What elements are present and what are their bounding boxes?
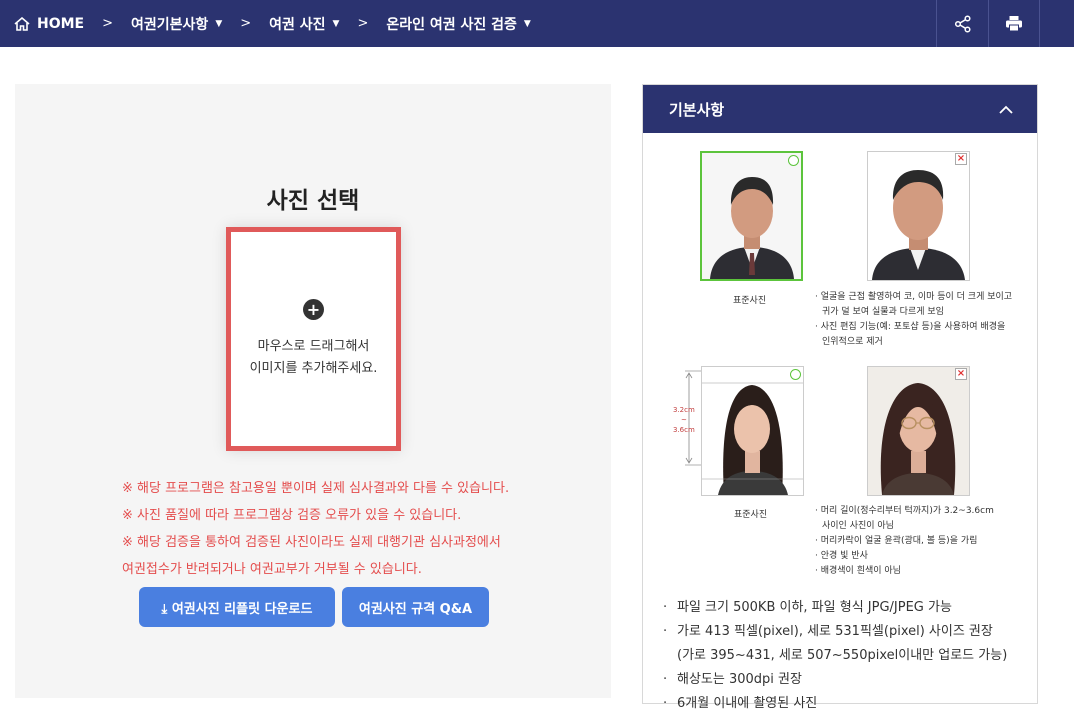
- basic-info-title: 기본사항: [669, 100, 725, 119]
- spec-item-continuation: (가로 395~431, 세로 507~550pixel이내만 업로드 가능): [677, 648, 1008, 663]
- photo-dropzone[interactable]: + 마우스로 드래그해서 이미지를 추가해주세요.: [226, 227, 401, 451]
- bullet-icon: ·: [663, 696, 668, 711]
- printer-icon: [1006, 16, 1022, 32]
- disclaimer-notes: ※ 해당 프로그램은 참고용일 뿐이며 실제 심사결과와 다를 수 있습니다. …: [122, 475, 509, 583]
- reason-line: 사이인 사진이 아님: [822, 521, 894, 531]
- top-actions: [936, 0, 1040, 47]
- dropzone-line: 이미지를 추가해주세요.: [249, 361, 378, 376]
- caret-down-icon: ▼: [523, 18, 531, 29]
- reason-line: · 머리카락이 얼굴 윤곽(광대, 볼 등)을 가림: [815, 536, 978, 546]
- breadcrumb-passport-photo[interactable]: 여권 사진 ▼: [269, 14, 339, 34]
- print-button[interactable]: [988, 0, 1040, 47]
- spec-text: 해상도는 300dpi 권장: [677, 672, 802, 687]
- download-leaflet-button[interactable]: ⤓ 여권사진 리플릿 다운로드: [139, 587, 335, 627]
- standard-photo-caption: 표준사진: [733, 296, 767, 306]
- breadcrumb-label: 여권 사진: [269, 16, 326, 33]
- incorrect-photo-female: ×: [867, 366, 970, 496]
- spec-item: · 해상도는 300dpi 권장: [663, 668, 1007, 692]
- page-title: 사진 선택: [266, 188, 360, 214]
- bullet-icon: ·: [663, 624, 668, 639]
- measure-line: ~: [680, 416, 687, 424]
- chevron-up-icon: [999, 105, 1013, 114]
- portrait-female-glasses-image: [868, 367, 969, 495]
- spec-item: · 파일 크기 500KB 이하, 파일 형식 JPG/JPEG 가능: [663, 596, 1007, 620]
- portrait-male-closeup-image: [868, 152, 969, 280]
- standard-photo-caption: 표준사진: [734, 510, 768, 520]
- head-length-measure-label: 3.2cm ~ 3.6cm: [673, 405, 695, 435]
- reason-line: 인위적으로 제거: [822, 337, 883, 347]
- disclaimer-line: ※ 사진 품질에 따라 프로그램상 검증 오류가 있을 수 있습니다.: [122, 508, 462, 523]
- spec-text: 6개월 이내에 촬영된 사진: [677, 696, 818, 711]
- disclaimer-line: ※ 해당 프로그램은 참고용일 뿐이며 실제 심사결과와 다를 수 있습니다.: [122, 481, 510, 496]
- photo-spec-list: · 파일 크기 500KB 이하, 파일 형식 JPG/JPEG 가능 · 가로 4…: [663, 596, 1007, 716]
- basic-info-header[interactable]: 기본사항: [643, 85, 1037, 133]
- bullet-icon: ·: [663, 672, 668, 687]
- incorrect-photo-male: ×: [867, 151, 970, 281]
- plus-icon: +: [303, 299, 324, 320]
- spec-text: 파일 크기 500KB 이하, 파일 형식 JPG/JPEG 가능: [677, 600, 952, 615]
- caret-down-icon: ▼: [332, 18, 340, 29]
- share-button[interactable]: [936, 0, 988, 47]
- breadcrumb: HOME > 여권기본사항 ▼ > 여권 사진 ▼ > 온라인 여권 사진 검증…: [14, 0, 531, 47]
- incorrect-mark-icon: ×: [955, 368, 967, 380]
- top-navigation-bar: HOME > 여권기본사항 ▼ > 여권 사진 ▼ > 온라인 여권 사진 검증…: [0, 0, 1074, 47]
- breadcrumb-passport-basics[interactable]: 여권기본사항 ▼: [131, 14, 222, 34]
- incorrect-mark-icon: ×: [955, 153, 967, 165]
- reason-line: · 머리 길이(정수리부터 턱까지)가 3.2~3.6cm: [815, 506, 994, 516]
- portrait-female-image: [702, 367, 803, 495]
- standard-photo-male: [700, 151, 803, 281]
- action-buttons: ⤓ 여권사진 리플릿 다운로드 여권사진 규격 Q&A: [139, 587, 489, 627]
- spec-text: 가로 413 픽셀(pixel), 세로 531픽셀(pixel) 사이즈 권장: [677, 624, 993, 639]
- bullet-icon: ·: [663, 600, 668, 615]
- photo-upload-panel: 사진 선택 + 마우스로 드래그해서 이미지를 추가해주세요. ※ 해당 프로그…: [15, 84, 611, 698]
- breadcrumb-separator: >: [102, 16, 114, 31]
- correct-mark-icon: [790, 369, 801, 380]
- disclaimer-line: 여권접수가 반려되거나 여권교부가 거부될 수 있습니다.: [122, 562, 422, 577]
- reason-line: · 안경 빛 반사: [815, 551, 868, 561]
- home-icon: [14, 16, 30, 31]
- disclaimer-line: ※ 해당 검증을 통하여 검증된 사진이라도 실제 대행기관 심사과정에서: [122, 535, 501, 550]
- breadcrumb-online-photo-check[interactable]: 온라인 여권 사진 검증 ▼: [386, 14, 530, 34]
- dropzone-line: 마우스로 드래그해서: [257, 339, 370, 354]
- correct-mark-icon: [788, 155, 799, 166]
- breadcrumb-separator: >: [240, 16, 252, 31]
- incorrect-reason-list: · 머리 길이(정수리부터 턱까지)가 3.2~3.6cm 사이인 사진이 아님…: [815, 504, 994, 579]
- breadcrumb-separator: >: [357, 16, 369, 31]
- share-icon: [954, 14, 971, 33]
- photo-spec-qa-button[interactable]: 여권사진 규격 Q&A: [342, 587, 489, 627]
- reason-line: · 얼굴을 근접 촬영하여 코, 이마 등이 더 크게 보이고: [815, 292, 1013, 302]
- reason-line: · 배경색이 흰색이 아님: [815, 566, 901, 576]
- portrait-male-image: [702, 153, 801, 279]
- caret-down-icon: ▼: [215, 18, 223, 29]
- breadcrumb-home[interactable]: HOME: [14, 16, 84, 32]
- incorrect-reason-list: · 얼굴을 근접 촬영하여 코, 이마 등이 더 크게 보이고 귀가 덜 보여 …: [815, 290, 1012, 350]
- basic-info-panel: 기본사항 × 표준사진 · 얼굴을 근접 촬영하여 코, 이마 등이 더 크게 …: [642, 84, 1038, 711]
- spec-item: · 가로 413 픽셀(pixel), 세로 531픽셀(pixel) 사이즈 권…: [663, 620, 1007, 644]
- reason-line: · 사진 편집 기능(예: 포토샵 등)을 사용하여 배경을: [815, 322, 1006, 332]
- measure-line: 3.6cm: [673, 426, 695, 434]
- breadcrumb-home-label: HOME: [37, 15, 85, 32]
- spec-item: · 6개월 이내에 촬영된 사진: [663, 692, 1007, 716]
- breadcrumb-label: 여권기본사항: [131, 16, 209, 33]
- measure-line: 3.2cm: [673, 406, 695, 414]
- standard-photo-female: [701, 366, 804, 496]
- dropzone-instruction: 마우스로 드래그해서 이미지를 추가해주세요.: [250, 336, 378, 380]
- reason-line: 귀가 덜 보여 실물과 다르게 보임: [822, 307, 944, 317]
- breadcrumb-label: 온라인 여권 사진 검증: [386, 16, 517, 33]
